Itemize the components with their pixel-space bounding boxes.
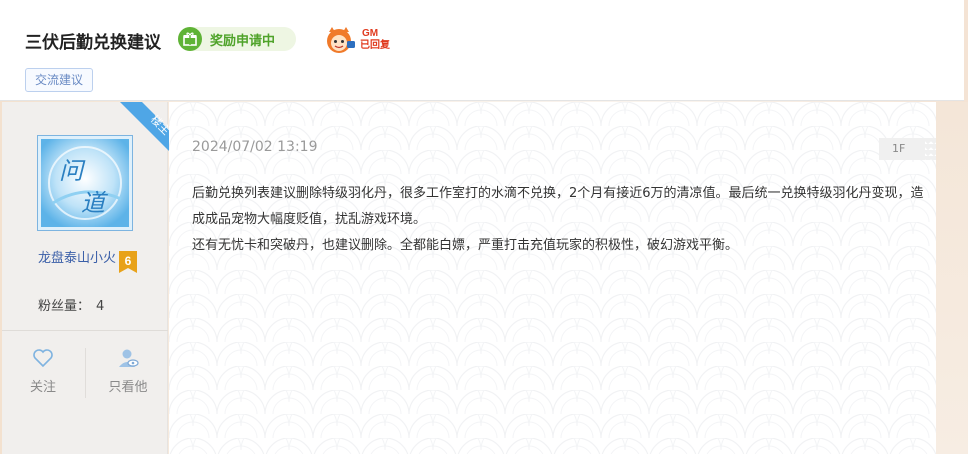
floor-number: 1F xyxy=(879,138,937,160)
gm-mascot-icon: GM 已回复 xyxy=(327,27,391,53)
floor-label: 1F xyxy=(892,142,906,155)
page-title: 三伏后勤兑换建议 xyxy=(25,33,161,53)
gm-badge-top-text: GM xyxy=(362,28,378,39)
action-divider xyxy=(85,348,86,398)
fans-count: 粉丝量： 4 xyxy=(38,295,104,314)
post-body: 后勤兑换列表建议删除特级羽化丹，很多工作室打的水滴不兑换，2个月有接近6万的清凉… xyxy=(192,181,932,259)
post-paragraph: 还有无忧卡和突破丹，也建议删除。全都能白嫖，严重打击充值玩家的积极性，破幻游戏平… xyxy=(192,238,739,253)
post-timestamp: 2024/07/02 13:19 xyxy=(192,139,318,155)
follow-button[interactable]: 关注 xyxy=(13,348,73,395)
reward-status-badge: 奖励申请中 xyxy=(178,27,296,51)
level-badge: 6 xyxy=(119,251,137,273)
heart-icon xyxy=(33,349,53,368)
post-content: 2024/07/02 13:19 1F 后勤兑换列表建议删除特级羽化丹，很多工作… xyxy=(169,102,937,454)
category-tag[interactable]: 交流建议 xyxy=(25,68,94,92)
avatar[interactable]: 问 道 xyxy=(37,135,133,231)
follow-label: 关注 xyxy=(29,380,56,395)
only-view-author-button[interactable]: 只看他 xyxy=(98,348,158,395)
author-sidebar: 楼主 问 道 龙盘泰山小火 6 粉丝量： 4 关注 只看他 xyxy=(2,102,170,454)
only-view-label: 只看他 xyxy=(108,380,148,395)
fans-number: 4 xyxy=(96,299,105,314)
sidebar-divider xyxy=(2,330,168,331)
avatar-glyph-1: 问 xyxy=(59,157,86,185)
gm-badge-bottom-text: 已回复 xyxy=(360,38,391,51)
forum-post-page: 三伏后勤兑换建议 奖励申请中 GM 已回复 交流建议 楼主 问 道 龙盘泰山小火… xyxy=(0,0,968,454)
fans-label: 粉丝量： xyxy=(38,299,91,314)
gm-replied-badge: GM 已回复 xyxy=(322,22,398,58)
page-right-margin xyxy=(936,102,968,454)
author-name[interactable]: 龙盘泰山小火 xyxy=(38,250,116,268)
reward-status-label: 奖励申请中 xyxy=(210,33,276,49)
level-number: 6 xyxy=(125,254,132,268)
post-paragraph: 后勤兑换列表建议删除特级羽化丹，很多工作室打的水滴不兑换，2个月有接近6万的清凉… xyxy=(192,186,924,227)
avatar-glyph-2: 道 xyxy=(81,189,108,217)
gift-icon xyxy=(178,27,202,51)
post-header: 三伏后勤兑换建议 奖励申请中 GM 已回复 交流建议 xyxy=(0,0,964,101)
user-eye-icon xyxy=(119,349,139,367)
